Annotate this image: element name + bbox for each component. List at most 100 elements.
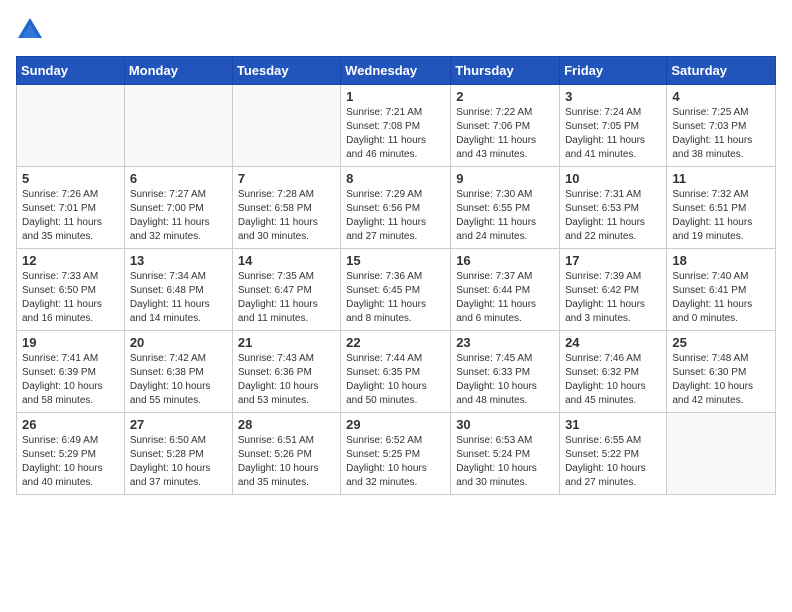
day-info: Sunrise: 7:22 AM Sunset: 7:06 PM Dayligh… [456, 106, 554, 162]
day-info: Sunrise: 6:52 AM Sunset: 5:25 PM Dayligh… [346, 434, 445, 490]
day-info: Sunrise: 7:44 AM Sunset: 6:35 PM Dayligh… [346, 352, 445, 408]
day-info: Sunrise: 6:55 AM Sunset: 5:22 PM Dayligh… [565, 434, 661, 490]
day-cell: 22 Sunrise: 7:44 AM Sunset: 6:35 PM Dayli… [341, 331, 451, 413]
day-info: Sunrise: 7:29 AM Sunset: 6:56 PM Dayligh… [346, 188, 445, 244]
day-info: Sunrise: 7:32 AM Sunset: 6:51 PM Dayligh… [672, 188, 770, 244]
logo [16, 16, 48, 44]
day-number: 12 [22, 253, 119, 268]
day-number: 24 [565, 335, 661, 350]
day-number: 3 [565, 89, 661, 104]
day-cell: 20 Sunrise: 7:42 AM Sunset: 6:38 PM Dayli… [124, 331, 232, 413]
day-cell [124, 85, 232, 167]
day-info: Sunrise: 7:33 AM Sunset: 6:50 PM Dayligh… [22, 270, 119, 326]
day-number: 29 [346, 417, 445, 432]
day-cell: 2 Sunrise: 7:22 AM Sunset: 7:06 PM Daylig… [451, 85, 560, 167]
day-info: Sunrise: 7:27 AM Sunset: 7:00 PM Dayligh… [130, 188, 227, 244]
day-number: 11 [672, 171, 770, 186]
day-cell: 9 Sunrise: 7:30 AM Sunset: 6:55 PM Daylig… [451, 167, 560, 249]
day-info: Sunrise: 6:50 AM Sunset: 5:28 PM Dayligh… [130, 434, 227, 490]
logo-icon [16, 16, 44, 44]
day-cell: 27 Sunrise: 6:50 AM Sunset: 5:28 PM Dayli… [124, 413, 232, 495]
day-cell: 3Sunrise: 7:24 AM Sunset: 7:05 PM Daylig… [560, 85, 667, 167]
day-info: Sunrise: 7:26 AM Sunset: 7:01 PM Dayligh… [22, 188, 119, 244]
day-cell: 13 Sunrise: 7:34 AM Sunset: 6:48 PM Dayli… [124, 249, 232, 331]
week-row-2: 5 Sunrise: 7:26 AM Sunset: 7:01 PM Daylig… [17, 167, 776, 249]
day-info: Sunrise: 7:30 AM Sunset: 6:55 PM Dayligh… [456, 188, 554, 244]
day-info: Sunrise: 7:37 AM Sunset: 6:44 PM Dayligh… [456, 270, 554, 326]
day-info: Sunrise: 7:45 AM Sunset: 6:33 PM Dayligh… [456, 352, 554, 408]
day-cell [17, 85, 125, 167]
day-number: 7 [238, 171, 335, 186]
day-number: 9 [456, 171, 554, 186]
day-cell: 21 Sunrise: 7:43 AM Sunset: 6:36 PM Dayli… [232, 331, 340, 413]
day-info: Sunrise: 6:51 AM Sunset: 5:26 PM Dayligh… [238, 434, 335, 490]
day-cell: 6 Sunrise: 7:27 AM Sunset: 7:00 PM Daylig… [124, 167, 232, 249]
day-cell: 10Sunrise: 7:31 AM Sunset: 6:53 PM Dayli… [560, 167, 667, 249]
day-number: 14 [238, 253, 335, 268]
day-cell: 17Sunrise: 7:39 AM Sunset: 6:42 PM Dayli… [560, 249, 667, 331]
day-number: 20 [130, 335, 227, 350]
weekday-header-thursday: Thursday [451, 57, 560, 85]
day-number: 21 [238, 335, 335, 350]
day-cell [667, 413, 776, 495]
day-number: 8 [346, 171, 445, 186]
weekday-header-tuesday: Tuesday [232, 57, 340, 85]
week-row-1: 1Sunrise: 7:21 AM Sunset: 7:08 PM Daylig… [17, 85, 776, 167]
day-number: 18 [672, 253, 770, 268]
day-info: Sunrise: 6:53 AM Sunset: 5:24 PM Dayligh… [456, 434, 554, 490]
day-number: 22 [346, 335, 445, 350]
weekday-header-saturday: Saturday [667, 57, 776, 85]
day-number: 13 [130, 253, 227, 268]
day-number: 4 [672, 89, 770, 104]
day-cell: 5 Sunrise: 7:26 AM Sunset: 7:01 PM Daylig… [17, 167, 125, 249]
day-cell: 11 Sunrise: 7:32 AM Sunset: 6:51 PM Dayli… [667, 167, 776, 249]
day-number: 30 [456, 417, 554, 432]
day-number: 2 [456, 89, 554, 104]
day-info: Sunrise: 7:21 AM Sunset: 7:08 PM Dayligh… [346, 106, 445, 162]
day-cell: 7Sunrise: 7:28 AM Sunset: 6:58 PM Daylig… [232, 167, 340, 249]
weekday-header-friday: Friday [560, 57, 667, 85]
day-number: 25 [672, 335, 770, 350]
weekday-header-row: SundayMondayTuesdayWednesdayThursdayFrid… [17, 57, 776, 85]
day-cell: 8 Sunrise: 7:29 AM Sunset: 6:56 PM Daylig… [341, 167, 451, 249]
day-info: Sunrise: 7:35 AM Sunset: 6:47 PM Dayligh… [238, 270, 335, 326]
day-cell: 31 Sunrise: 6:55 AM Sunset: 5:22 PM Dayli… [560, 413, 667, 495]
day-number: 10 [565, 171, 661, 186]
day-info: Sunrise: 7:25 AM Sunset: 7:03 PM Dayligh… [672, 106, 770, 162]
day-info: Sunrise: 7:43 AM Sunset: 6:36 PM Dayligh… [238, 352, 335, 408]
page-header [16, 16, 776, 44]
day-info: Sunrise: 7:42 AM Sunset: 6:38 PM Dayligh… [130, 352, 227, 408]
week-row-3: 12 Sunrise: 7:33 AM Sunset: 6:50 PM Dayli… [17, 249, 776, 331]
day-cell: 26Sunrise: 6:49 AM Sunset: 5:29 PM Dayli… [17, 413, 125, 495]
day-cell [232, 85, 340, 167]
day-cell: 12 Sunrise: 7:33 AM Sunset: 6:50 PM Dayli… [17, 249, 125, 331]
weekday-header-sunday: Sunday [17, 57, 125, 85]
day-info: Sunrise: 7:36 AM Sunset: 6:45 PM Dayligh… [346, 270, 445, 326]
day-info: Sunrise: 7:41 AM Sunset: 6:39 PM Dayligh… [22, 352, 119, 408]
day-number: 28 [238, 417, 335, 432]
week-row-5: 26Sunrise: 6:49 AM Sunset: 5:29 PM Dayli… [17, 413, 776, 495]
day-info: Sunrise: 7:34 AM Sunset: 6:48 PM Dayligh… [130, 270, 227, 326]
day-number: 6 [130, 171, 227, 186]
day-cell: 14 Sunrise: 7:35 AM Sunset: 6:47 PM Dayli… [232, 249, 340, 331]
day-info: Sunrise: 7:40 AM Sunset: 6:41 PM Dayligh… [672, 270, 770, 326]
day-cell: 19 Sunrise: 7:41 AM Sunset: 6:39 PM Dayli… [17, 331, 125, 413]
day-number: 31 [565, 417, 661, 432]
day-cell: 1Sunrise: 7:21 AM Sunset: 7:08 PM Daylig… [341, 85, 451, 167]
day-cell: 25 Sunrise: 7:48 AM Sunset: 6:30 PM Dayli… [667, 331, 776, 413]
day-info: Sunrise: 7:46 AM Sunset: 6:32 PM Dayligh… [565, 352, 661, 408]
day-cell: 24 Sunrise: 7:46 AM Sunset: 6:32 PM Dayli… [560, 331, 667, 413]
day-number: 15 [346, 253, 445, 268]
day-cell: 16 Sunrise: 7:37 AM Sunset: 6:44 PM Dayli… [451, 249, 560, 331]
day-cell: 23Sunrise: 7:45 AM Sunset: 6:33 PM Dayli… [451, 331, 560, 413]
day-number: 5 [22, 171, 119, 186]
day-number: 19 [22, 335, 119, 350]
day-cell: 4 Sunrise: 7:25 AM Sunset: 7:03 PM Daylig… [667, 85, 776, 167]
day-cell: 18 Sunrise: 7:40 AM Sunset: 6:41 PM Dayli… [667, 249, 776, 331]
day-number: 27 [130, 417, 227, 432]
weekday-header-monday: Monday [124, 57, 232, 85]
day-cell: 15 Sunrise: 7:36 AM Sunset: 6:45 PM Dayli… [341, 249, 451, 331]
calendar-table: SundayMondayTuesdayWednesdayThursdayFrid… [16, 56, 776, 495]
day-info: Sunrise: 7:48 AM Sunset: 6:30 PM Dayligh… [672, 352, 770, 408]
day-number: 16 [456, 253, 554, 268]
